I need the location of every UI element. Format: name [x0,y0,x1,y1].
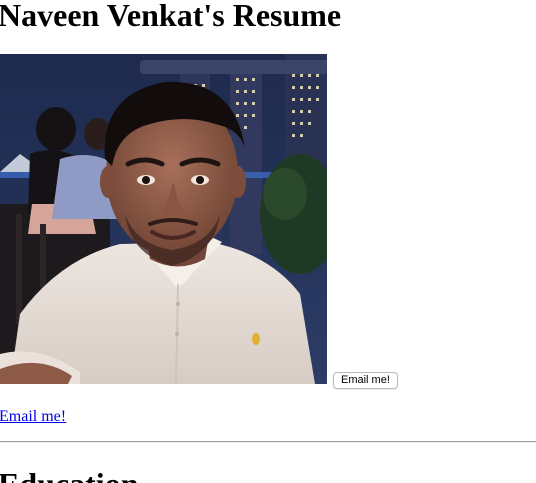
profile-photo [0,54,327,384]
page-title: Naveen Venkat's Resume [0,0,342,33]
email-me-button[interactable]: Email me! [333,372,398,389]
email-me-link[interactable]: Email me! [0,407,66,426]
education-heading: Education [0,465,138,483]
section-divider [0,441,536,443]
